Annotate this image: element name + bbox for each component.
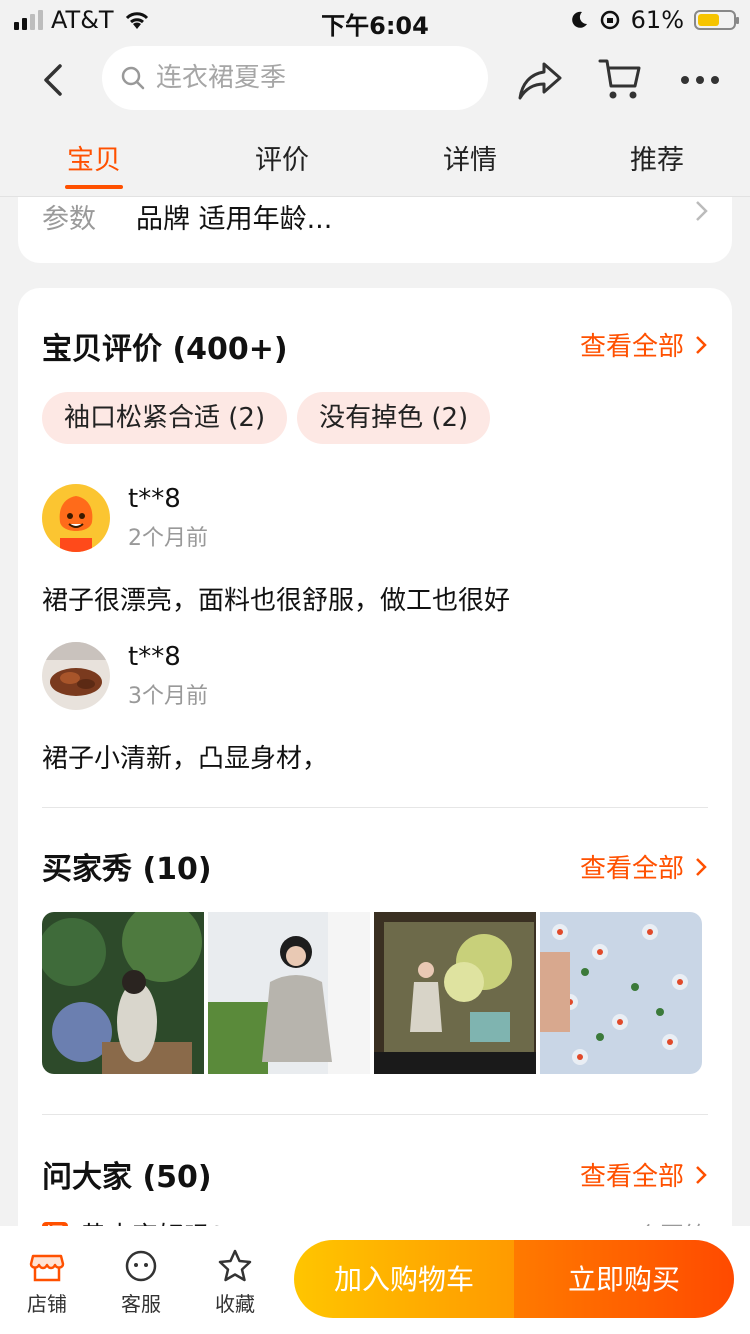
chevron-right-icon [696,335,707,354]
buyer-photo[interactable] [208,912,370,1074]
reviews-card: 宝贝评价 (400+) 查看全部 袖口松紧合适 (2) 没有掉色 (2) t**… [18,288,732,1248]
star-icon [218,1249,252,1282]
mascot-avatar-icon [42,484,110,552]
moon-icon [571,11,587,28]
battery-percent: 61% [630,6,684,34]
buyer-photo[interactable] [540,912,702,1074]
reviews-title: 宝贝评价 (400+) [42,332,288,367]
share-icon[interactable] [516,58,564,102]
tab-item[interactable]: 宝贝 [34,138,154,189]
avatar [42,484,110,552]
shop-icon [29,1254,65,1282]
tab-details[interactable]: 详情 [410,138,530,177]
buyer-photo[interactable] [374,912,536,1074]
tab-recommend[interactable]: 推荐 [597,138,717,177]
status-bar: AT&T 下午6:04 61% [0,0,750,40]
more-icon[interactable] [680,70,720,90]
review-tag[interactable]: 没有掉色 (2) [297,392,491,444]
garden-photo-image [42,912,204,1074]
review-text: 裙子很漂亮，面料也很舒服，做工也很好 [42,586,511,616]
divider [42,807,708,808]
reviewer-name: t**8 [128,642,181,672]
search-input[interactable] [154,62,458,94]
tab-reviews[interactable]: 评价 [222,138,342,177]
reviews-see-all-link[interactable]: 查看全部 [580,326,708,363]
ask-see-all-link[interactable]: 查看全部 [580,1156,708,1193]
chevron-right-icon [696,201,708,221]
params-row[interactable]: 参数 品牌 适用年龄... [18,197,732,263]
customer-service-button[interactable]: 客服 [106,1248,176,1317]
review-tags: 袖口松紧合适 (2) 没有掉色 (2) [42,392,491,444]
rotation-lock-icon [600,10,619,30]
top-nav [0,44,750,114]
review-time: 2个月前 [128,526,208,551]
buyer-show-see-all-link[interactable]: 查看全部 [580,848,708,885]
food-photo-avatar-icon [42,642,110,710]
review-text: 裙子小清新，凸显身材， [42,744,329,774]
storefront-photo-image [374,912,536,1074]
ask-title: 问大家 (50) [42,1160,212,1195]
buyer-photo[interactable] [42,912,204,1074]
buy-now-button[interactable]: 立即购买 [514,1240,734,1318]
review-tag[interactable]: 袖口松紧合适 (2) [42,392,288,444]
chevron-right-icon [696,1165,707,1184]
reviewer-name: t**8 [128,484,181,514]
review-time: 3个月前 [128,684,208,709]
params-value: 品牌 适用年龄... [136,204,333,235]
divider [42,1114,708,1115]
active-tab-indicator [65,185,123,189]
service-face-icon [125,1250,157,1282]
section-tabs: 宝贝 评价 详情 推荐 [0,130,750,197]
fabric-closeup-image [540,912,702,1074]
battery-icon [694,10,739,30]
avatar [42,642,110,710]
bottom-action-bar: 店铺 客服 收藏 加入购物车 立即购买 [0,1226,750,1334]
chevron-right-icon [696,857,707,876]
params-label: 参数 [42,204,96,235]
buyer-photos [42,912,702,1074]
favorite-button[interactable]: 收藏 [200,1248,270,1317]
model-photo-image [208,912,370,1074]
search-icon [121,66,145,90]
back-arrow-icon[interactable] [34,60,74,100]
add-to-cart-button[interactable]: 加入购物车 [294,1240,514,1318]
search-bar[interactable] [102,46,488,110]
buyer-show-title: 买家秀 (10) [42,852,212,887]
cart-icon[interactable] [597,56,643,102]
shop-button[interactable]: 店铺 [12,1248,82,1317]
